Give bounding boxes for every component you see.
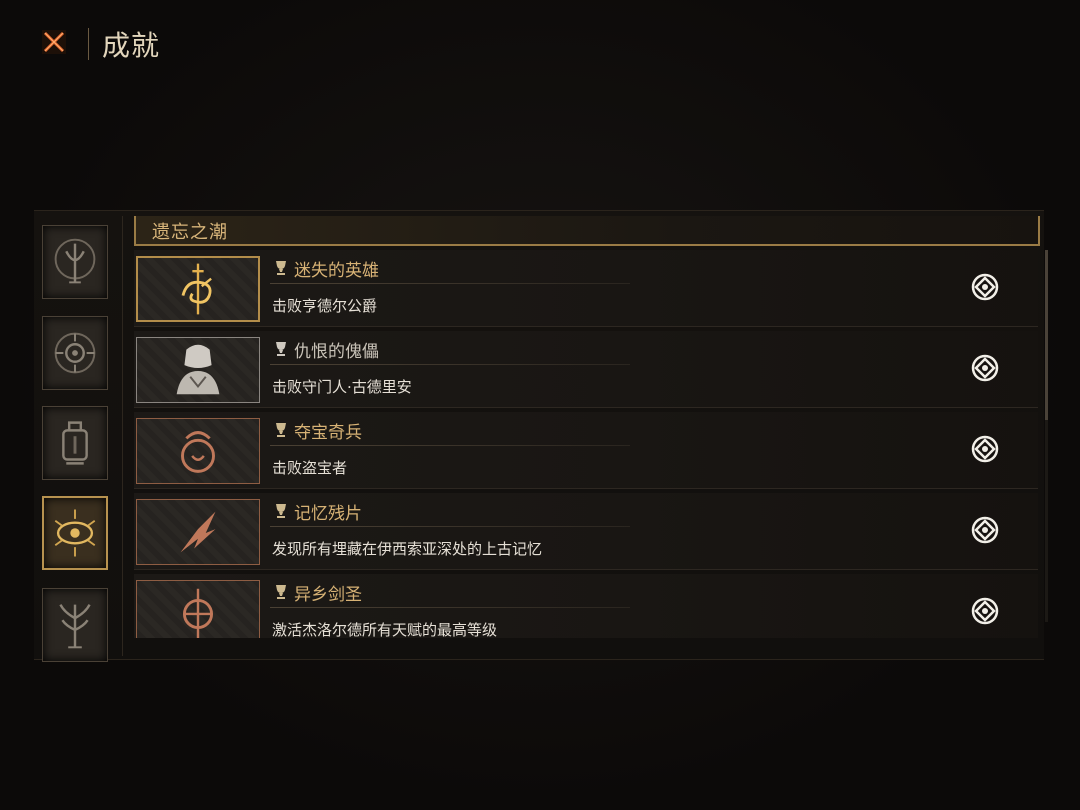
- achievement-description: 击败守门人·古德里安: [272, 378, 412, 396]
- scrollbar-thumb[interactable]: [1045, 250, 1048, 420]
- achievement-description: 激活杰洛尔德所有天赋的最高等级: [272, 621, 498, 638]
- close-button[interactable]: [38, 26, 70, 58]
- thorn-tree-icon: [59, 604, 91, 649]
- category-tab-4[interactable]: [42, 496, 108, 570]
- achievement-description: 击败亨德尔公爵: [272, 297, 378, 315]
- title-underline: [270, 526, 630, 527]
- reward-emblem-icon[interactable]: [970, 353, 1000, 383]
- row-background: [134, 493, 1038, 570]
- achievement-title: 仇恨的傀儡: [294, 342, 379, 362]
- trophy-cup-icon: [274, 503, 288, 519]
- achievement-title: 异乡剑圣: [294, 585, 362, 605]
- title-underline: [270, 607, 630, 608]
- eye-sigil-icon: [54, 332, 96, 374]
- trophy-cup-icon: [274, 341, 288, 357]
- section-header: 遗忘之潮: [134, 216, 1040, 246]
- category-tab-2[interactable]: [42, 316, 108, 390]
- achievement-row[interactable]: 夺宝奇兵 击败盗宝者: [134, 412, 1038, 492]
- achievement-row[interactable]: 异乡剑圣 激活杰洛尔德所有天赋的最高等级: [134, 574, 1038, 638]
- trophy-cup-icon: [274, 260, 288, 276]
- treasure-thief-icon: [181, 431, 215, 473]
- close-x-icon: [42, 30, 66, 54]
- title-underline: [270, 445, 630, 446]
- section-title: 遗忘之潮: [152, 222, 228, 243]
- achievement-title: 夺宝奇兵: [294, 423, 362, 443]
- category-tab-3[interactable]: [42, 406, 108, 480]
- achievement-row[interactable]: 记忆残片 发现所有埋藏在伊西索亚深处的上古记忆: [134, 493, 1038, 573]
- list-scrollbar[interactable]: [1045, 250, 1048, 622]
- radiant-eye-icon: [54, 509, 96, 557]
- row-background: [134, 250, 1038, 327]
- row-background: [134, 331, 1038, 408]
- category-tab-5[interactable]: [42, 588, 108, 662]
- lantern-icon: [62, 421, 88, 465]
- sidebar-divider: [122, 216, 123, 656]
- header-divider: [88, 28, 89, 60]
- memory-shard-icon: [180, 511, 216, 553]
- category-tab-1[interactable]: [42, 225, 108, 299]
- achievements-screen: 成就 遗忘之潮 迷失的英雄 击败亨德尔公爵 仇恨的傀儡 击败守门人·古德里安 夺…: [0, 0, 1080, 810]
- achievement-description: 发现所有埋藏在伊西索亚深处的上古记忆: [272, 540, 543, 558]
- reward-emblem-icon[interactable]: [970, 434, 1000, 464]
- achievement-list: 迷失的英雄 击败亨德尔公爵 仇恨的傀儡 击败守门人·古德里安 夺宝奇兵 击败盗宝…: [134, 250, 1044, 638]
- sword-saint-icon: [182, 588, 214, 638]
- achievement-thumbnail: [136, 580, 260, 638]
- achievement-thumbnail: [136, 499, 260, 565]
- reward-emblem-icon[interactable]: [970, 596, 1000, 626]
- golem-bust-icon: [176, 344, 220, 395]
- hero-sword-emblem-icon: [181, 263, 212, 315]
- achievement-title: 迷失的英雄: [294, 261, 379, 281]
- title-underline: [270, 364, 630, 365]
- achievement-description: 击败盗宝者: [272, 459, 348, 477]
- achievement-thumbnail: [136, 256, 260, 322]
- row-background: [134, 574, 1038, 638]
- achievement-thumbnail: [136, 337, 260, 403]
- page-title: 成就: [102, 29, 161, 62]
- reward-emblem-icon[interactable]: [970, 515, 1000, 545]
- title-underline: [270, 283, 630, 284]
- reward-emblem-icon[interactable]: [970, 272, 1000, 302]
- achievement-row[interactable]: 迷失的英雄 击败亨德尔公爵: [134, 250, 1038, 330]
- trophy-cup-icon: [274, 584, 288, 600]
- achievement-row[interactable]: 仇恨的傀儡 击败守门人·古德里安: [134, 331, 1038, 411]
- achievement-thumbnail: [136, 418, 260, 484]
- trophy-cup-icon: [274, 422, 288, 438]
- achievement-title: 记忆残片: [294, 504, 362, 524]
- tide-trident-icon: [54, 238, 96, 284]
- row-background: [134, 412, 1038, 489]
